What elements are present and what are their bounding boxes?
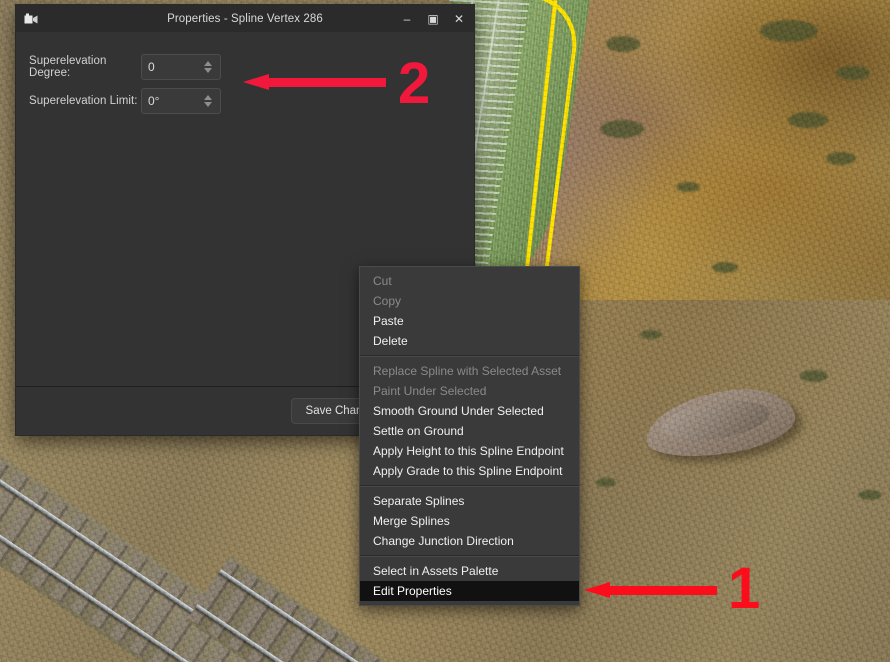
menu-item-smooth-ground-under-selected[interactable]: Smooth Ground Under Selected: [360, 401, 579, 421]
menu-separator: [360, 355, 579, 357]
menu-item-edit-properties[interactable]: Edit Properties: [360, 581, 579, 601]
menu-item-merge-splines[interactable]: Merge Splines: [360, 511, 579, 531]
superelevation-degree-stepper[interactable]: 0: [141, 54, 221, 80]
menu-item-apply-grade-to-this-spline-endpoint[interactable]: Apply Grade to this Spline Endpoint: [360, 461, 579, 481]
chevron-down-icon[interactable]: [204, 102, 212, 107]
chevron-up-icon[interactable]: [204, 61, 212, 66]
dialog-titlebar[interactable]: Properties - Spline Vertex 286 – ▣ ✕: [16, 5, 474, 32]
superelevation-limit-row: Superelevation Limit: 0°: [16, 84, 474, 118]
menu-item-copy: Copy: [373, 294, 402, 308]
menu-item-paint-under-selected: Paint Under Selected: [373, 384, 487, 398]
superelevation-degree-row: Superelevation Degree: 0: [16, 50, 474, 84]
menu-item-change-junction-direction[interactable]: Change Junction Direction: [360, 531, 579, 551]
superelevation-limit-stepper[interactable]: 0°: [141, 88, 221, 114]
superelevation-degree-label: Superelevation Degree:: [29, 55, 107, 79]
menu-item-delete[interactable]: Delete: [360, 331, 579, 351]
menu-item-separate-splines[interactable]: Separate Splines: [360, 491, 579, 511]
chevron-down-icon[interactable]: [204, 68, 212, 73]
menu-item-paste[interactable]: Paste: [360, 311, 579, 331]
menu-separator: [360, 555, 579, 557]
spline-context-menu[interactable]: Cut Copy Paste Delete Replace Spline with Se…: [359, 266, 580, 606]
close-button[interactable]: ✕: [446, 7, 472, 31]
camera-icon: [22, 10, 40, 28]
menu-item-cut: Cut: [373, 274, 392, 288]
menu-item-apply-height-to-this-spline-endpoint[interactable]: Apply Height to this Spline Endpoint: [360, 441, 579, 461]
superelevation-limit-value[interactable]: 0°: [142, 94, 200, 108]
menu-separator: [360, 485, 579, 487]
superelevation-limit-label: Superelevation Limit:: [29, 95, 138, 107]
minimize-button[interactable]: –: [394, 7, 420, 31]
chevron-up-icon[interactable]: [204, 95, 212, 100]
stepper-arrows[interactable]: [200, 89, 220, 113]
menu-item-replace-spline-with-selected-asset: Replace Spline with Selected Asset: [373, 364, 562, 378]
menu-item-settle-on-ground[interactable]: Settle on Ground: [360, 421, 579, 441]
stepper-arrows[interactable]: [200, 55, 220, 79]
superelevation-degree-value[interactable]: 0: [142, 60, 200, 74]
maximize-button[interactable]: ▣: [420, 7, 446, 31]
menu-item-select-in-assets-palette[interactable]: Select in Assets Palette: [360, 561, 579, 581]
